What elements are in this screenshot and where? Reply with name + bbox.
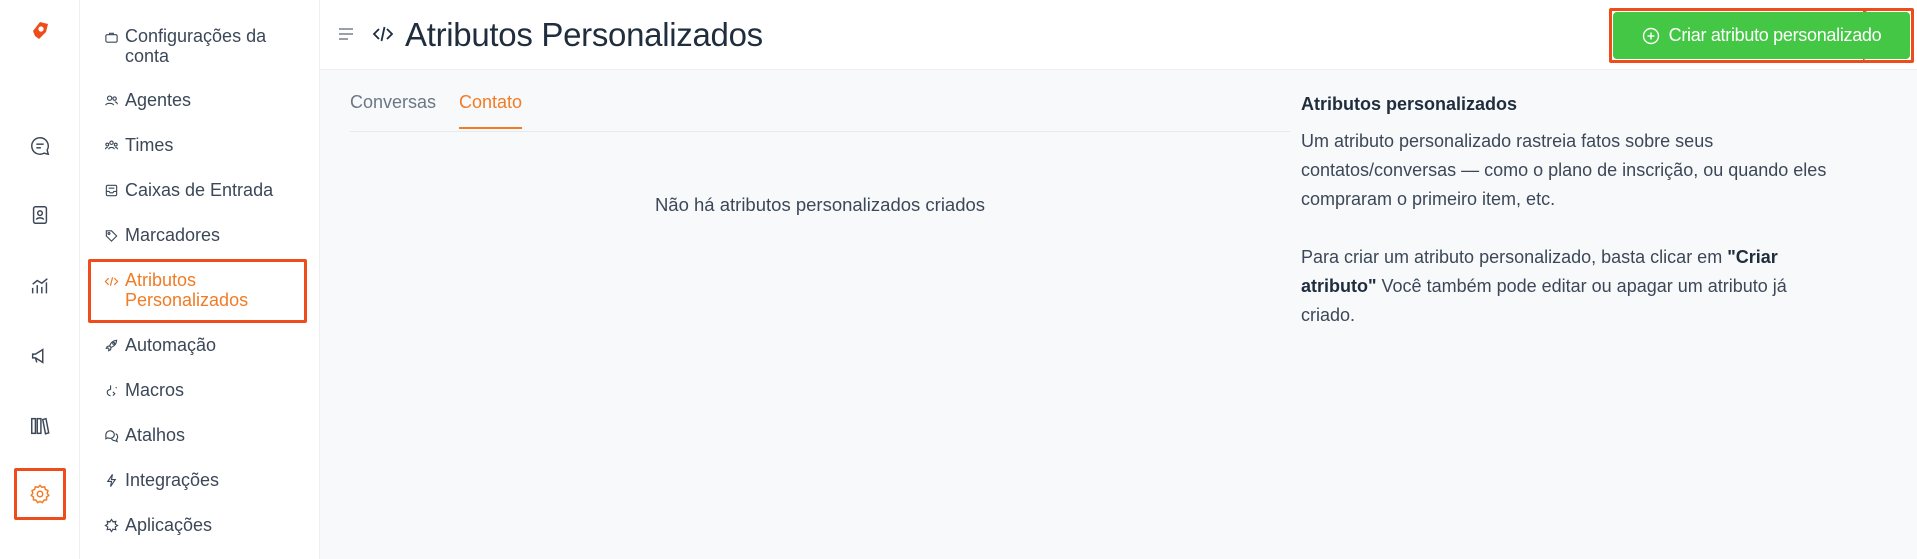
sidebar-item-label: Configurações da conta	[125, 26, 267, 66]
tab-contato[interactable]: Contato	[459, 92, 523, 129]
help-paragraph-2: Para criar um atributo personalizado, ba…	[1301, 243, 1841, 330]
sidebar-item-label: Automação	[125, 335, 217, 355]
sidebar-item-configuracoes[interactable]: Configurações da conta	[102, 26, 312, 66]
help-paragraph-1: Um atributo personalizado rastreia fatos…	[1301, 131, 1827, 209]
empty-state-message: Não há atributos personalizados criados	[654, 194, 986, 215]
sidebar-item-label: Agentes	[125, 90, 192, 110]
active-item-highlight	[88, 259, 307, 323]
help-text: Para criar um atributo personalizado, ba…	[1301, 247, 1728, 267]
sidebar-item-agentes[interactable]: Agentes	[102, 90, 312, 110]
team-icon	[102, 136, 120, 154]
sidebar-item-label: Integrações	[125, 470, 220, 490]
rocket-icon	[102, 336, 120, 354]
sidebar-item-automacao[interactable]: Automação	[102, 335, 312, 355]
create-button-label: Criar atributo personalizado	[1668, 25, 1882, 45]
sidebar-item-times[interactable]: Times	[102, 135, 312, 155]
library-icon[interactable]	[26, 412, 54, 440]
code-icon	[372, 24, 394, 44]
sidebar-item-aplicacoes[interactable]: Aplicações	[102, 515, 312, 535]
macro-icon	[102, 381, 120, 399]
sidebar-item-label: Aplicações	[125, 515, 213, 535]
icon-rail	[0, 0, 80, 559]
briefcase-icon	[102, 28, 120, 46]
page-title: Atributos Personalizados	[405, 16, 763, 53]
chat-icon[interactable]	[26, 132, 54, 160]
logo-icon[interactable]	[27, 18, 53, 44]
create-attribute-button[interactable]: Criar atributo personalizado	[1613, 12, 1910, 59]
sidebar-item-marcadores[interactable]: Marcadores	[102, 225, 312, 245]
reports-icon[interactable]	[26, 272, 54, 300]
sidebar-item-atalhos[interactable]: Atalhos	[102, 425, 312, 445]
tab-conversas[interactable]: Conversas	[350, 92, 436, 127]
sidebar-item-integracoes[interactable]: Integrações	[102, 470, 312, 490]
plus-circle-icon	[1642, 27, 1659, 44]
sidebar-item-macros[interactable]: Macros	[102, 380, 312, 400]
tab-bar: Conversas Contato	[350, 90, 1290, 132]
sidebar-item-label: Macros	[125, 380, 185, 400]
hamburger-icon[interactable]	[338, 27, 354, 41]
inbox-icon	[102, 181, 120, 199]
sidebar-item-label: Atalhos	[125, 425, 186, 445]
flash-icon	[102, 471, 120, 489]
help-title: Atributos personalizados	[1301, 94, 1518, 114]
sidebar-item-label: Caixas de Entrada	[125, 180, 274, 200]
contacts-icon[interactable]	[26, 201, 54, 229]
help-panel: Atributos personalizados Um atributo per…	[1301, 94, 1841, 359]
sidebar-item-label: Marcadores	[125, 225, 221, 245]
settings-icon[interactable]	[14, 468, 66, 520]
campaigns-icon[interactable]	[26, 342, 54, 370]
chat-bubbles-icon	[102, 426, 120, 444]
apps-icon	[102, 516, 120, 534]
people-icon	[102, 91, 120, 109]
main-content: Conversas Contato Não há atributos perso…	[320, 70, 1917, 559]
tag-icon	[102, 226, 120, 244]
sidebar-item-caixas[interactable]: Caixas de Entrada	[102, 180, 312, 200]
sidebar-item-label: Times	[125, 135, 174, 155]
